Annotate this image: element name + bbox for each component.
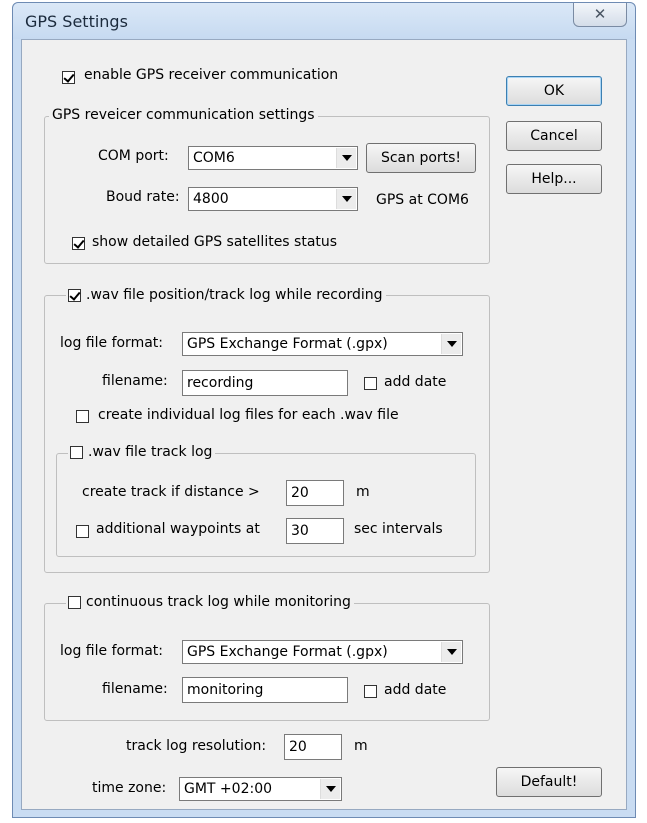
title-bar: GPS Settings ✕	[13, 3, 635, 39]
comm-settings-group-title: GPS reveicer communication settings	[49, 106, 318, 124]
waypoints-label: additional waypoints at	[96, 521, 260, 537]
waypoints-unit: sec intervals	[354, 521, 443, 537]
waypoints-input[interactable]: 30	[286, 518, 344, 544]
resolution-value: 20	[289, 739, 307, 755]
baud-rate-select[interactable]: 4800	[188, 187, 358, 211]
scan-ports-button[interactable]: Scan ports!	[366, 143, 476, 173]
timezone-label: time zone:	[92, 780, 167, 796]
com-port-label: COM port:	[98, 148, 169, 164]
gps-status-text: GPS at COM6	[376, 192, 469, 208]
wav-log-format-label: log file format:	[60, 335, 163, 351]
track-distance-unit: m	[356, 484, 370, 500]
chevron-down-icon[interactable]	[320, 779, 340, 799]
close-button[interactable]: ✕	[573, 3, 627, 27]
timezone-select[interactable]: GMT +02:00	[179, 777, 342, 801]
resolution-input[interactable]: 20	[284, 734, 342, 760]
com-port-value: COM6	[193, 150, 235, 166]
detailed-status-checkbox[interactable]	[72, 237, 85, 250]
chevron-down-icon[interactable]	[441, 642, 461, 662]
baud-rate-label: Boud rate:	[106, 189, 180, 205]
monitor-log-group-title: continuous track log while monitoring	[66, 593, 354, 611]
track-distance-label: create track if distance >	[82, 484, 260, 500]
monitor-filename-label: filename:	[102, 681, 168, 697]
close-icon: ✕	[593, 5, 607, 23]
track-distance-value: 20	[291, 485, 309, 501]
wav-log-format-select[interactable]: GPS Exchange Format (.gpx)	[182, 332, 463, 356]
dialog-client-area: enable GPS receiver communication OK Can…	[21, 39, 627, 810]
waypoints-value: 30	[291, 523, 309, 539]
wav-add-date-label: add date	[384, 374, 447, 390]
ok-button[interactable]: OK	[506, 76, 602, 106]
resolution-label: track log resolution:	[126, 738, 267, 754]
wav-log-format-value: GPS Exchange Format (.gpx)	[187, 336, 388, 352]
resolution-unit: m	[354, 738, 368, 754]
com-port-select[interactable]: COM6	[188, 146, 358, 170]
wav-track-log-checkbox[interactable]	[70, 446, 83, 459]
wav-filename-input[interactable]: recording	[182, 370, 348, 396]
monitor-log-format-value: GPS Exchange Format (.gpx)	[187, 644, 388, 660]
wav-add-date-checkbox[interactable]	[364, 377, 377, 390]
monitor-filename-value: monitoring	[187, 682, 264, 698]
help-button[interactable]: Help...	[506, 164, 602, 194]
wav-filename-label: filename:	[102, 373, 168, 389]
enable-gps-label: enable GPS receiver communication	[84, 67, 339, 83]
wav-log-checkbox[interactable]	[68, 289, 81, 302]
cancel-button[interactable]: Cancel	[506, 121, 602, 151]
monitor-add-date-label: add date	[384, 682, 447, 698]
dialog-window: GPS Settings ✕ enable GPS receiver commu…	[12, 2, 636, 818]
enable-gps-checkbox[interactable]	[62, 71, 75, 84]
chevron-down-icon[interactable]	[336, 189, 356, 209]
monitor-log-checkbox[interactable]	[68, 596, 81, 609]
waypoints-checkbox[interactable]	[76, 525, 89, 538]
wav-log-group-title: .wav file position/track log while recor…	[66, 286, 386, 304]
wav-filename-value: recording	[187, 375, 254, 391]
track-distance-input[interactable]: 20	[286, 480, 344, 506]
individual-logs-label: create individual log files for each .wa…	[98, 407, 399, 423]
individual-logs-checkbox[interactable]	[76, 410, 89, 423]
monitor-add-date-checkbox[interactable]	[364, 685, 377, 698]
window-title: GPS Settings	[25, 12, 128, 31]
chevron-down-icon[interactable]	[441, 334, 461, 354]
wav-track-log-group-title: .wav file track log	[68, 443, 216, 461]
detailed-status-label: show detailed GPS satellites status	[92, 234, 338, 250]
default-button[interactable]: Default!	[496, 767, 602, 797]
chevron-down-icon[interactable]	[336, 148, 356, 168]
timezone-value: GMT +02:00	[184, 781, 273, 797]
monitor-filename-input[interactable]: monitoring	[182, 677, 348, 703]
wav-log-label: .wav file position/track log while recor…	[86, 287, 383, 303]
monitor-log-format-label: log file format:	[60, 643, 163, 659]
monitor-log-format-select[interactable]: GPS Exchange Format (.gpx)	[182, 640, 463, 664]
baud-rate-value: 4800	[193, 191, 229, 207]
monitor-log-label: continuous track log while monitoring	[86, 594, 351, 610]
wav-track-log-group	[56, 453, 476, 557]
wav-track-log-label: .wav file track log	[88, 444, 213, 460]
